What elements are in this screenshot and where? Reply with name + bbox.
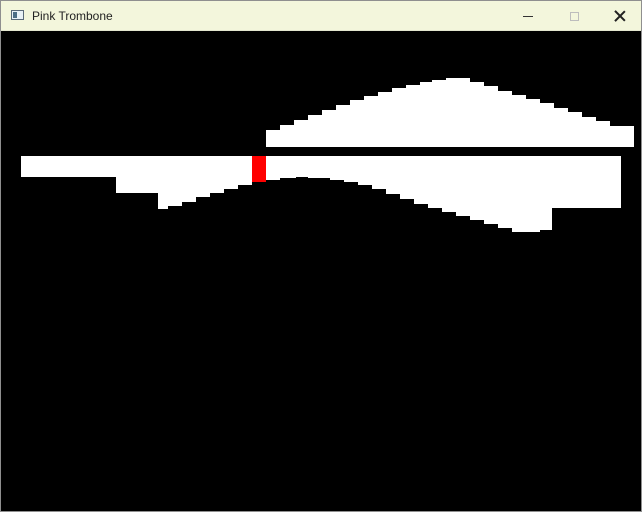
maximize-button[interactable]	[551, 1, 597, 31]
pink-trombone-canvas[interactable]	[1, 31, 641, 511]
app-window-icon	[11, 10, 24, 20]
application-window: Pink Trombone	[0, 0, 642, 512]
close-button[interactable]	[597, 1, 642, 31]
minimize-button[interactable]	[505, 1, 551, 31]
close-icon	[614, 10, 626, 22]
title-bar[interactable]: Pink Trombone	[1, 1, 641, 31]
window-title: Pink Trombone	[32, 9, 113, 23]
vocal-tract-visualization[interactable]	[1, 31, 641, 511]
maximize-icon	[569, 11, 579, 21]
minimize-icon	[523, 15, 533, 17]
tongue-position-marker[interactable]	[252, 156, 266, 182]
